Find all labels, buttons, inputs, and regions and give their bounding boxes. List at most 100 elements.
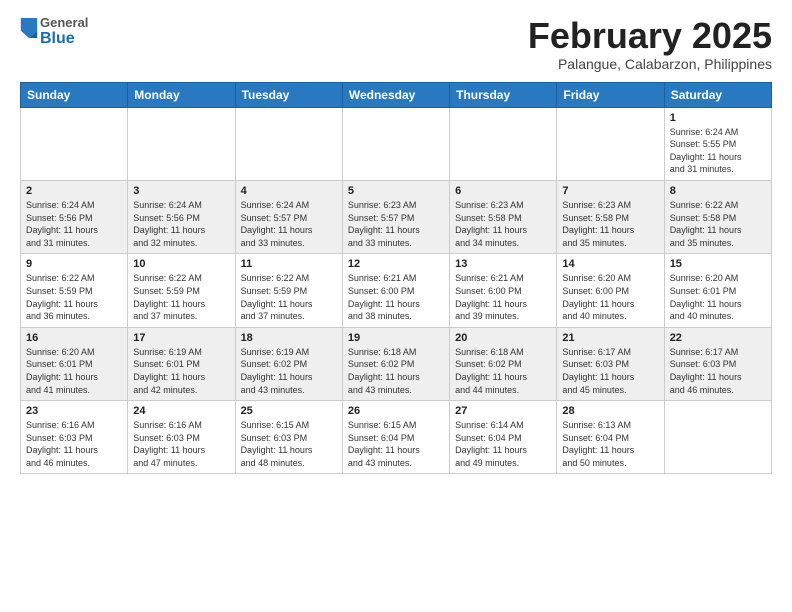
day-info: Sunrise: 6:22 AM Sunset: 5:59 PM Dayligh… — [133, 272, 229, 322]
table-row — [450, 107, 557, 180]
table-row — [342, 107, 449, 180]
table-row: 9 Sunrise: 6:22 AM Sunset: 5:59 PM Daylig… — [21, 254, 128, 327]
table-row: 11Sunrise: 6:22 AM Sunset: 5:59 PM Dayli… — [235, 254, 342, 327]
calendar-header-row: Sunday Monday Tuesday Wednesday Thursday… — [21, 82, 772, 107]
day-info: Sunrise: 6:21 AM Sunset: 6:00 PM Dayligh… — [455, 272, 551, 322]
title-area: February 2025 Palangue, Calabarzon, Phil… — [528, 16, 772, 72]
day-info: Sunrise: 6:24 AM Sunset: 5:55 PM Dayligh… — [670, 126, 766, 176]
day-info: Sunrise: 6:16 AM Sunset: 6:03 PM Dayligh… — [133, 419, 229, 469]
table-row: 4 Sunrise: 6:24 AM Sunset: 5:57 PM Daylig… — [235, 180, 342, 253]
calendar-week-row: 23 Sunrise: 6:16 AM Sunset: 6:03 PM Dayli… — [21, 401, 772, 474]
table-row — [664, 401, 771, 474]
day-number: 8 — [670, 185, 766, 197]
logo-text: General Blue — [40, 16, 88, 48]
day-info: Sunrise: 6:13 AM Sunset: 6:04 PM Dayligh… — [562, 419, 658, 469]
day-number: 17 — [133, 332, 229, 344]
table-row: 27 Sunrise: 6:14 AM Sunset: 6:04 PM Dayli… — [450, 401, 557, 474]
calendar-week-row: 16 Sunrise: 6:20 AM Sunset: 6:01 PM Dayli… — [21, 327, 772, 400]
table-row: 23 Sunrise: 6:16 AM Sunset: 6:03 PM Dayli… — [21, 401, 128, 474]
day-number: 16 — [26, 332, 122, 344]
table-row: 24 Sunrise: 6:16 AM Sunset: 6:03 PM Dayli… — [128, 401, 235, 474]
day-number: 2 — [26, 185, 122, 197]
col-friday: Friday — [557, 82, 664, 107]
day-number: 6 — [455, 185, 551, 197]
calendar-table: Sunday Monday Tuesday Wednesday Thursday… — [20, 82, 772, 475]
day-number: 18 — [241, 332, 337, 344]
table-row: 10Sunrise: 6:22 AM Sunset: 5:59 PM Dayli… — [128, 254, 235, 327]
calendar-week-row: 2 Sunrise: 6:24 AM Sunset: 5:56 PM Daylig… — [21, 180, 772, 253]
day-number: 15 — [670, 258, 766, 270]
day-info: Sunrise: 6:20 AM Sunset: 6:01 PM Dayligh… — [670, 272, 766, 322]
day-number: 23 — [26, 405, 122, 417]
day-number: 14 — [562, 258, 658, 270]
day-number: 19 — [348, 332, 444, 344]
day-number: 25 — [241, 405, 337, 417]
calendar-week-row: 9 Sunrise: 6:22 AM Sunset: 5:59 PM Daylig… — [21, 254, 772, 327]
table-row: 18 Sunrise: 6:19 AM Sunset: 6:02 PM Dayli… — [235, 327, 342, 400]
table-row: 2 Sunrise: 6:24 AM Sunset: 5:56 PM Daylig… — [21, 180, 128, 253]
table-row: 3Sunrise: 6:24 AM Sunset: 5:56 PM Daylig… — [128, 180, 235, 253]
day-info: Sunrise: 6:15 AM Sunset: 6:04 PM Dayligh… — [348, 419, 444, 469]
day-info: Sunrise: 6:19 AM Sunset: 6:02 PM Dayligh… — [241, 346, 337, 396]
day-info: Sunrise: 6:16 AM Sunset: 6:03 PM Dayligh… — [26, 419, 122, 469]
table-row: 15 Sunrise: 6:20 AM Sunset: 6:01 PM Dayli… — [664, 254, 771, 327]
day-number: 21 — [562, 332, 658, 344]
table-row: 8 Sunrise: 6:22 AM Sunset: 5:58 PM Daylig… — [664, 180, 771, 253]
col-monday: Monday — [128, 82, 235, 107]
day-number: 9 — [26, 258, 122, 270]
day-info: Sunrise: 6:20 AM Sunset: 6:01 PM Dayligh… — [26, 346, 122, 396]
table-row: 25 Sunrise: 6:15 AM Sunset: 6:03 PM Dayli… — [235, 401, 342, 474]
day-number: 12 — [348, 258, 444, 270]
table-row: 21 Sunrise: 6:17 AM Sunset: 6:03 PM Dayli… — [557, 327, 664, 400]
day-number: 1 — [670, 112, 766, 124]
table-row — [235, 107, 342, 180]
location-label: Palangue, Calabarzon, Philippines — [528, 56, 772, 72]
col-sunday: Sunday — [21, 82, 128, 107]
day-number: 28 — [562, 405, 658, 417]
table-row: 17 Sunrise: 6:19 AM Sunset: 6:01 PM Dayli… — [128, 327, 235, 400]
day-number: 13 — [455, 258, 551, 270]
table-row: 19 Sunrise: 6:18 AM Sunset: 6:02 PM Dayli… — [342, 327, 449, 400]
day-number: 24 — [133, 405, 229, 417]
logo-icon — [20, 18, 38, 38]
col-tuesday: Tuesday — [235, 82, 342, 107]
day-number: 4 — [241, 185, 337, 197]
day-number: 3 — [133, 185, 229, 197]
calendar-week-row: 1 Sunrise: 6:24 AM Sunset: 5:55 PM Daylig… — [21, 107, 772, 180]
day-info: Sunrise: 6:17 AM Sunset: 6:03 PM Dayligh… — [670, 346, 766, 396]
col-wednesday: Wednesday — [342, 82, 449, 107]
logo: General Blue — [20, 16, 88, 48]
day-info: Sunrise: 6:21 AM Sunset: 6:00 PM Dayligh… — [348, 272, 444, 322]
day-number: 22 — [670, 332, 766, 344]
table-row: 22 Sunrise: 6:17 AM Sunset: 6:03 PM Dayli… — [664, 327, 771, 400]
day-info: Sunrise: 6:20 AM Sunset: 6:00 PM Dayligh… — [562, 272, 658, 322]
table-row: 16 Sunrise: 6:20 AM Sunset: 6:01 PM Dayli… — [21, 327, 128, 400]
day-info: Sunrise: 6:14 AM Sunset: 6:04 PM Dayligh… — [455, 419, 551, 469]
day-number: 27 — [455, 405, 551, 417]
table-row: 14 Sunrise: 6:20 AM Sunset: 6:00 PM Dayli… — [557, 254, 664, 327]
day-info: Sunrise: 6:15 AM Sunset: 6:03 PM Dayligh… — [241, 419, 337, 469]
day-info: Sunrise: 6:23 AM Sunset: 5:58 PM Dayligh… — [455, 199, 551, 249]
col-saturday: Saturday — [664, 82, 771, 107]
logo-general-label: General — [40, 16, 88, 30]
day-info: Sunrise: 6:24 AM Sunset: 5:57 PM Dayligh… — [241, 199, 337, 249]
page: General Blue February 2025 Palangue, Cal… — [0, 0, 792, 490]
day-number: 11 — [241, 258, 337, 270]
day-info: Sunrise: 6:23 AM Sunset: 5:58 PM Dayligh… — [562, 199, 658, 249]
table-row: 20 Sunrise: 6:18 AM Sunset: 6:02 PM Dayli… — [450, 327, 557, 400]
table-row — [557, 107, 664, 180]
table-row — [21, 107, 128, 180]
table-row — [128, 107, 235, 180]
day-info: Sunrise: 6:22 AM Sunset: 5:58 PM Dayligh… — [670, 199, 766, 249]
day-info: Sunrise: 6:17 AM Sunset: 6:03 PM Dayligh… — [562, 346, 658, 396]
table-row: 26Sunrise: 6:15 AM Sunset: 6:04 PM Dayli… — [342, 401, 449, 474]
table-row: 12 Sunrise: 6:21 AM Sunset: 6:00 PM Dayli… — [342, 254, 449, 327]
day-number: 7 — [562, 185, 658, 197]
day-info: Sunrise: 6:18 AM Sunset: 6:02 PM Dayligh… — [455, 346, 551, 396]
table-row: 6 Sunrise: 6:23 AM Sunset: 5:58 PM Daylig… — [450, 180, 557, 253]
day-info: Sunrise: 6:18 AM Sunset: 6:02 PM Dayligh… — [348, 346, 444, 396]
day-info: Sunrise: 6:19 AM Sunset: 6:01 PM Dayligh… — [133, 346, 229, 396]
day-info: Sunrise: 6:22 AM Sunset: 5:59 PM Dayligh… — [26, 272, 122, 322]
day-number: 20 — [455, 332, 551, 344]
day-info: Sunrise: 6:24 AM Sunset: 5:56 PM Dayligh… — [26, 199, 122, 249]
